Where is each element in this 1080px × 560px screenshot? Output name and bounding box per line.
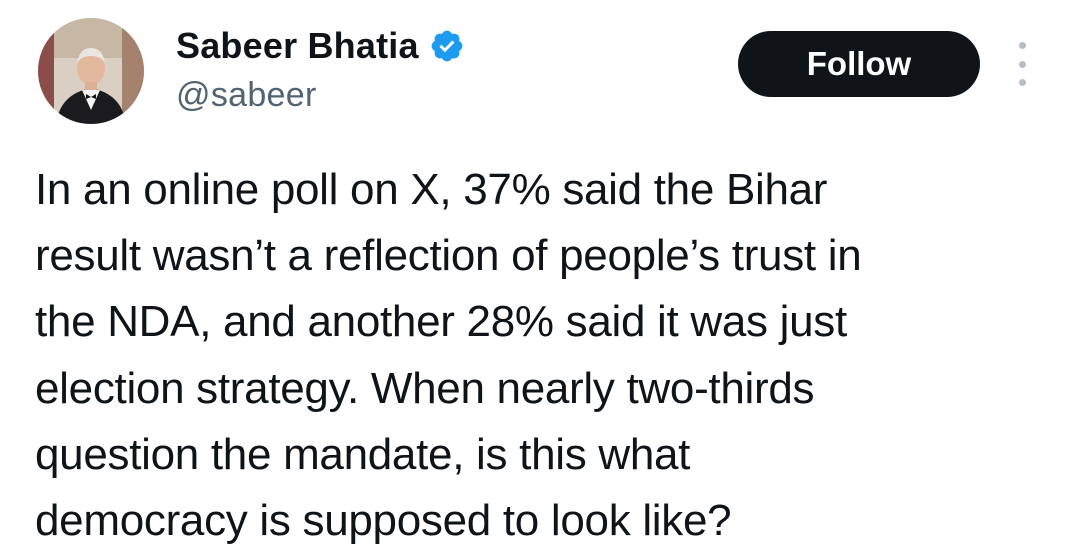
name-row: Sabeer Bhatia <box>176 25 465 67</box>
more-dot <box>1018 60 1026 68</box>
follow-button[interactable]: Follow <box>738 31 980 97</box>
display-name[interactable]: Sabeer Bhatia <box>176 25 419 67</box>
profile-photo <box>38 18 144 124</box>
more-dot <box>1018 79 1026 86</box>
handle[interactable]: @sabeer <box>176 76 465 115</box>
more-options-icon[interactable] <box>1010 42 1034 86</box>
tweet: Sabeer Bhatia @sabeer Follow In an onlin… <box>0 0 1080 560</box>
more-dot <box>1018 42 1026 49</box>
tweet-text: In an online poll on X, 37% said the Bih… <box>35 165 862 546</box>
avatar[interactable] <box>38 18 144 124</box>
author-block: Sabeer Bhatia @sabeer <box>176 25 465 115</box>
verified-badge-icon <box>429 28 465 64</box>
